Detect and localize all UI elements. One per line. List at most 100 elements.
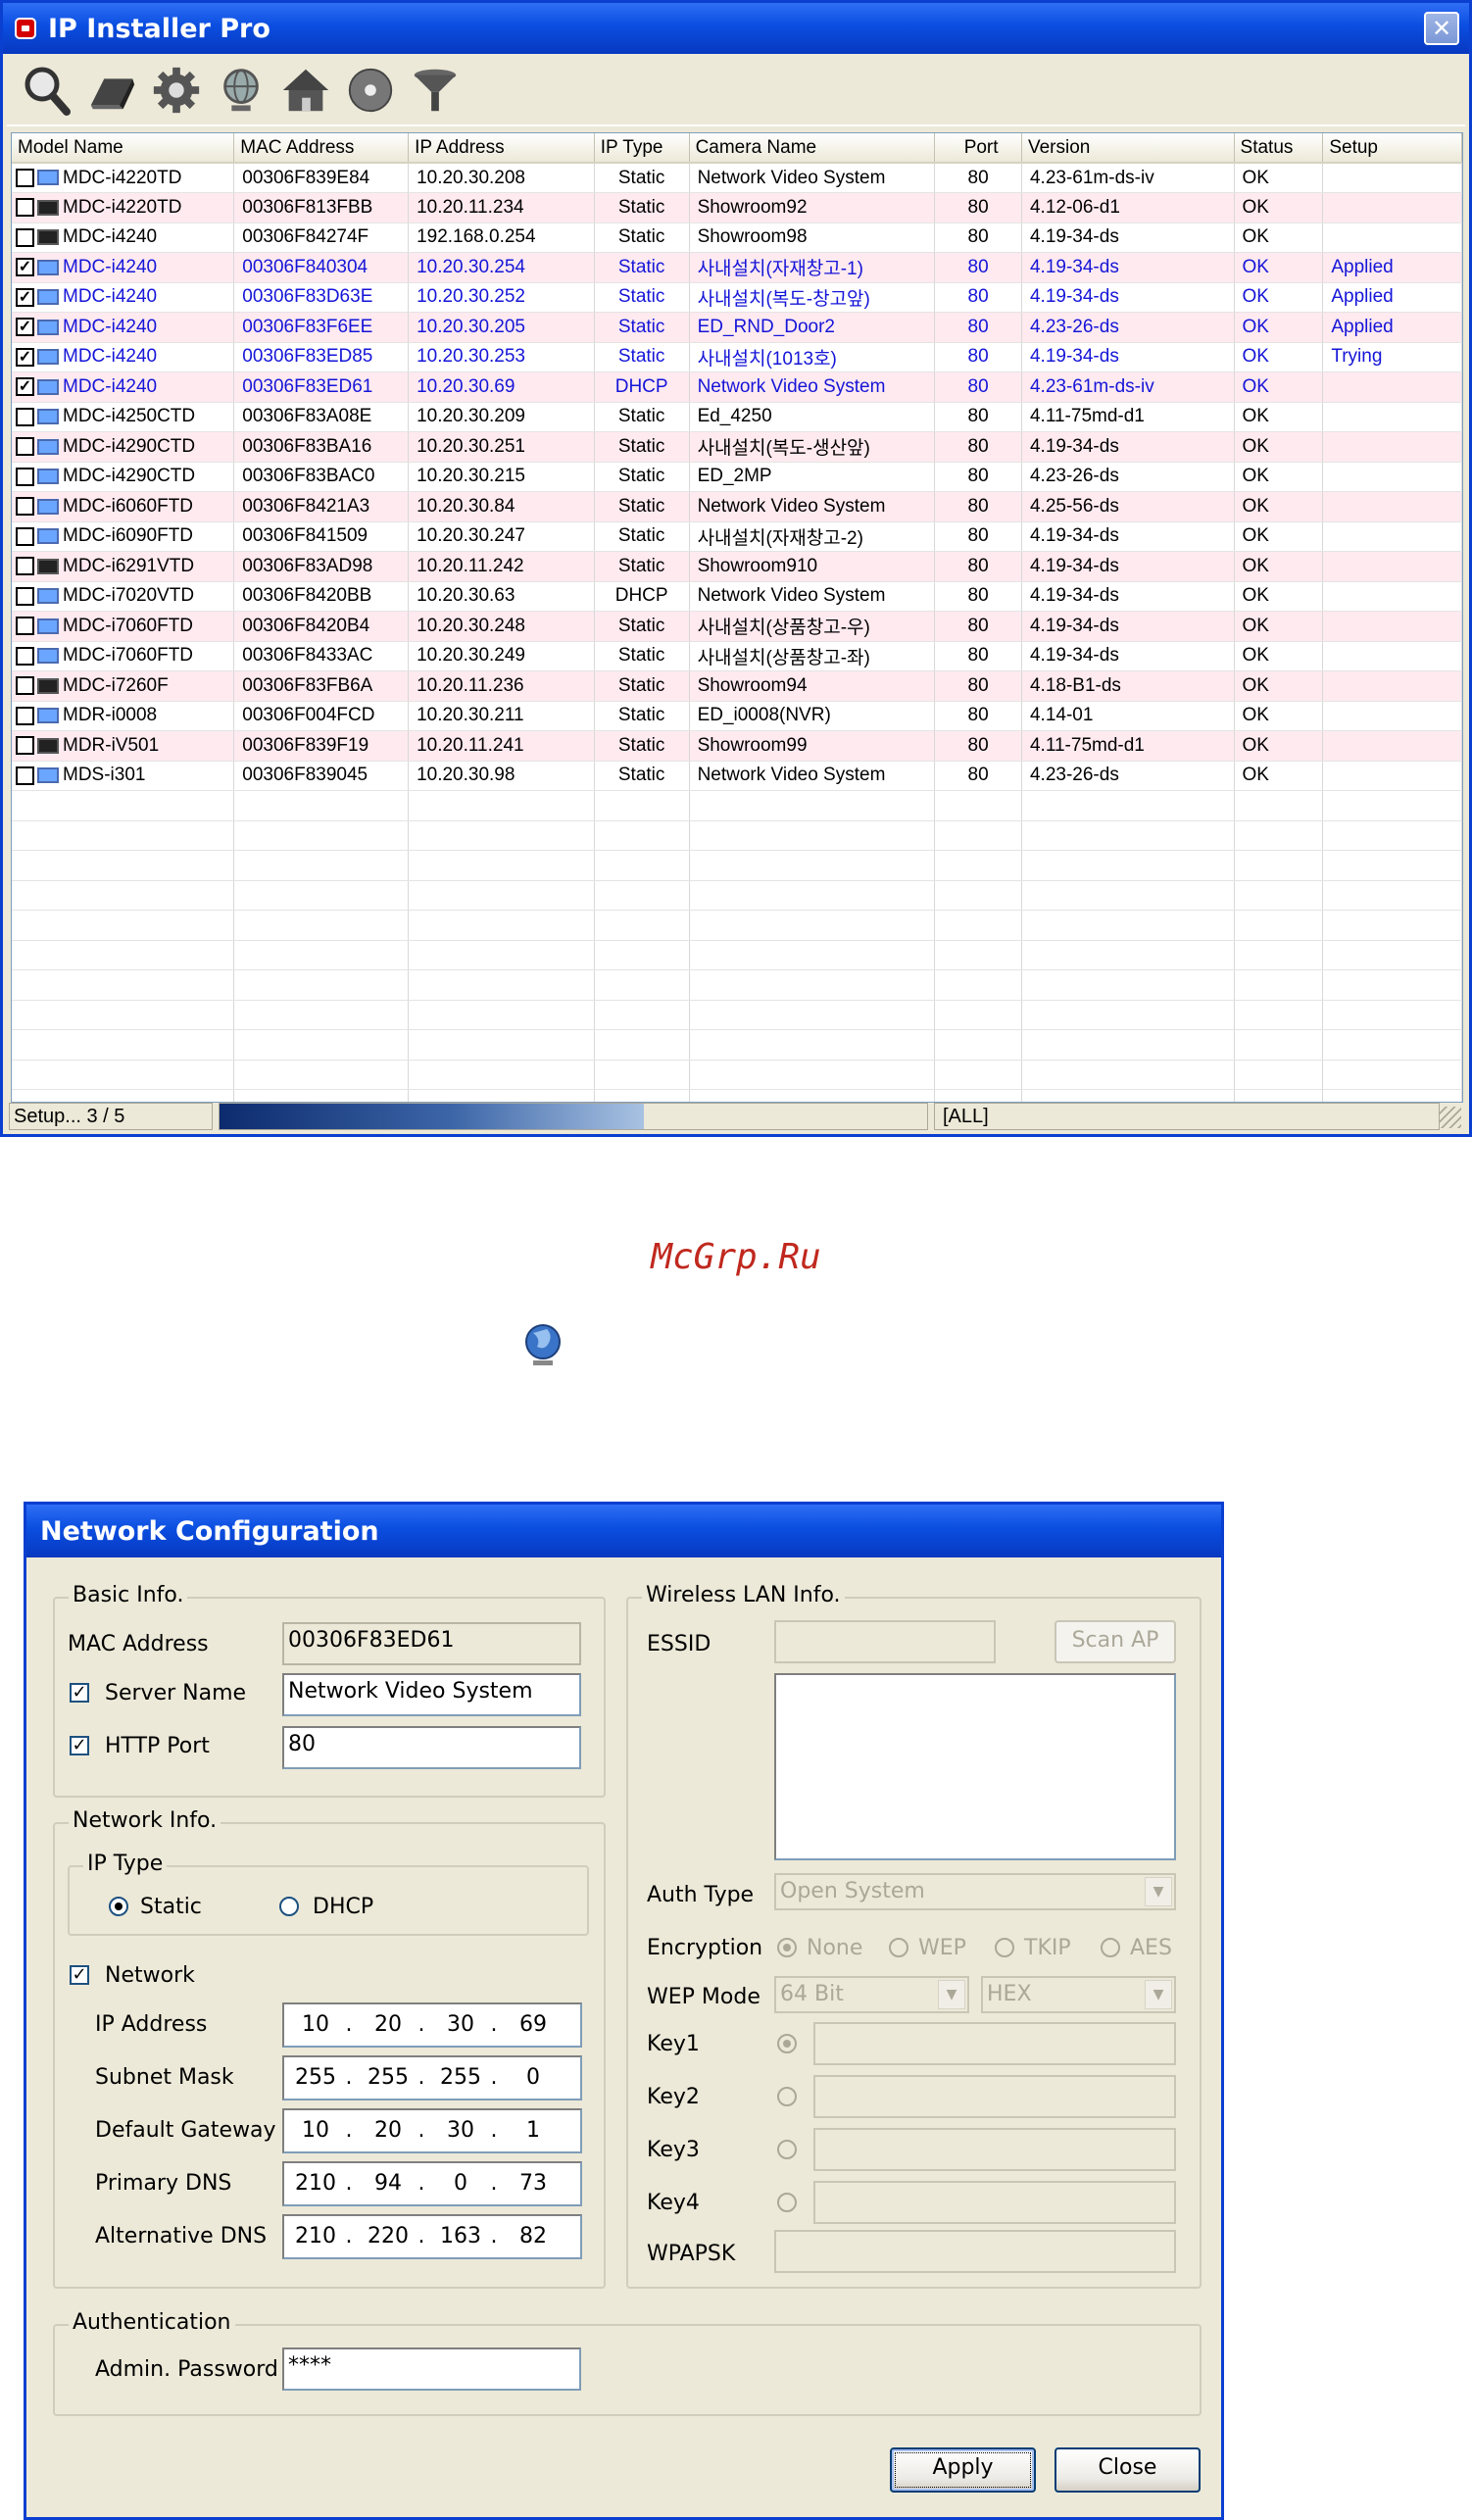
column-header[interactable]: Camera Name — [689, 133, 936, 164]
ip-address-input[interactable]: 10. 20. 30. 69 — [282, 2002, 582, 2048]
ip-octet[interactable]: 30 — [435, 2012, 486, 2037]
table-row[interactable]: MDC-i4290CTD 00306F83BAC0 10.20.30.215 Stat… — [12, 462, 1462, 492]
key-radio[interactable] — [777, 2140, 797, 2159]
ip-octet[interactable]: 30 — [435, 2118, 486, 2143]
encryption-radio[interactable] — [995, 1938, 1014, 1957]
wep-bits-select[interactable]: 64 Bit ▼ — [774, 1976, 969, 2013]
wep-format-select[interactable]: HEX ▼ — [981, 1976, 1176, 2013]
table-row[interactable]: ✓ MDC-i4240 00306F83D63E 10.20.30.252 Static… — [12, 282, 1462, 313]
ip-octet[interactable]: 20 — [363, 2012, 414, 2037]
ip-address-input[interactable]: 10. 20. 30. 1 — [282, 2108, 582, 2153]
key-input[interactable] — [813, 2075, 1176, 2118]
ip-address-input[interactable]: 255. 255. 255. 0 — [282, 2055, 582, 2100]
ip-octet[interactable]: 20 — [363, 2118, 414, 2143]
encryption-radio[interactable] — [889, 1938, 908, 1957]
column-header[interactable]: MAC Address — [233, 133, 410, 164]
ip-octet[interactable]: 82 — [508, 2224, 559, 2248]
row-checkbox[interactable] — [16, 646, 34, 666]
ip-octet[interactable]: 10 — [290, 2118, 341, 2143]
ip-octet[interactable]: 0 — [508, 2065, 559, 2090]
encryption-radio[interactable] — [777, 1938, 797, 1957]
key-radio[interactable] — [777, 2193, 797, 2212]
ip-octet[interactable]: 255 — [290, 2065, 341, 2090]
server-name-input[interactable]: Network Video System — [282, 1673, 581, 1716]
ip-octet[interactable]: 255 — [363, 2065, 414, 2090]
row-checkbox[interactable]: ✓ — [16, 377, 34, 397]
table-row[interactable]: ✓ MDC-i4240 00306F83ED61 10.20.30.69 DHCP Net… — [12, 371, 1462, 403]
table-row[interactable]: MDR-i0008 00306F004FCD 10.20.30.211 Static E… — [12, 701, 1462, 731]
wpapsk-input[interactable] — [774, 2230, 1176, 2273]
network-checkbox[interactable]: ✓ — [70, 1965, 89, 1985]
ap-list[interactable] — [774, 1673, 1176, 1860]
key-input[interactable] — [813, 2022, 1176, 2065]
static-radio[interactable] — [109, 1897, 128, 1916]
row-checkbox[interactable] — [16, 227, 34, 247]
eraser-icon[interactable] — [85, 61, 138, 120]
table-row[interactable]: MDC-i4220TD 00306F839E84 10.20.30.208 Stati… — [12, 163, 1462, 193]
row-checkbox[interactable] — [16, 617, 34, 636]
table-row[interactable]: MDC-i7020VTD 00306F8420BB 10.20.30.63 DHCP N… — [12, 581, 1462, 612]
column-header[interactable]: Model Name — [12, 133, 235, 164]
http-port-input[interactable]: 80 — [282, 1726, 581, 1769]
ip-octet[interactable]: 10 — [290, 2012, 341, 2037]
column-header[interactable]: IP Type — [594, 133, 690, 164]
table-row[interactable]: MDC-i4250CTD 00306F83A08E 10.20.30.209 Stat… — [12, 402, 1462, 432]
table-row[interactable]: MDC-i6060FTD 00306F8421A3 10.20.30.84 Stati… — [12, 491, 1462, 522]
table-row[interactable]: MDC-i4290CTD 00306F83BA16 10.20.30.251 Stat… — [12, 431, 1462, 463]
row-checkbox[interactable]: ✓ — [16, 258, 34, 277]
key-input[interactable] — [813, 2128, 1176, 2171]
close-button[interactable]: ✕ — [1424, 12, 1459, 45]
key-input[interactable] — [813, 2181, 1176, 2224]
row-checkbox[interactable]: ✓ — [16, 347, 34, 367]
column-header[interactable]: Setup — [1322, 133, 1462, 164]
gear-icon[interactable] — [150, 61, 203, 120]
ip-octet[interactable]: 163 — [435, 2224, 486, 2248]
row-checkbox[interactable]: ✓ — [16, 318, 34, 337]
ip-octet[interactable]: 1 — [508, 2118, 559, 2143]
ip-address-input[interactable]: 210. 220. 163. 82 — [282, 2214, 582, 2259]
row-checkbox[interactable] — [16, 526, 34, 546]
row-checkbox[interactable] — [16, 557, 34, 576]
table-row[interactable]: MDR-iV501 00306F839F19 10.20.11.241 Static S… — [12, 730, 1462, 762]
table-row[interactable]: ✓ MDC-i4240 00306F83F6EE 10.20.30.205 Static… — [12, 312, 1462, 343]
scan-ap-button[interactable]: Scan AP — [1055, 1620, 1176, 1663]
table-row[interactable]: MDC-i6090FTD 00306F841509 10.20.30.247 Stat… — [12, 521, 1462, 552]
table-row[interactable]: MDC-i7060FTD 00306F8433AC 10.20.30.249 Stat… — [12, 641, 1462, 671]
table-row[interactable]: MDC-i4220TD 00306F813FBB 10.20.11.234 Stati… — [12, 192, 1462, 223]
essid-input[interactable] — [774, 1620, 996, 1663]
row-checkbox[interactable] — [16, 407, 34, 426]
column-header[interactable]: Status — [1234, 133, 1324, 164]
ip-octet[interactable]: 210 — [290, 2224, 341, 2248]
globe-icon[interactable] — [215, 61, 268, 120]
table-row[interactable]: MDC-i6291VTD 00306F83AD98 10.20.11.242 Stat… — [12, 551, 1462, 582]
column-header[interactable]: Port — [934, 133, 1022, 164]
table-row[interactable]: MDS-i301 00306F839045 10.20.30.98 Static Net… — [12, 761, 1462, 791]
admin-password-input[interactable]: **** — [282, 2347, 581, 2391]
table-row[interactable]: ✓ MDC-i4240 00306F83ED85 10.20.30.253 Static… — [12, 342, 1462, 372]
row-checkbox[interactable] — [16, 168, 34, 187]
disc-icon[interactable] — [344, 61, 397, 120]
row-checkbox[interactable] — [16, 467, 34, 486]
row-checkbox[interactable] — [16, 437, 34, 457]
home-icon[interactable] — [279, 61, 332, 120]
resize-grip[interactable] — [1440, 1107, 1461, 1128]
encryption-radio[interactable] — [1101, 1938, 1120, 1957]
row-checkbox[interactable] — [16, 676, 34, 696]
key-radio[interactable] — [777, 2087, 797, 2106]
key-radio[interactable] — [777, 2034, 797, 2053]
ip-octet[interactable]: 220 — [363, 2224, 414, 2248]
column-header[interactable]: IP Address — [408, 133, 595, 164]
ip-octet[interactable]: 94 — [363, 2171, 414, 2196]
auth-type-select[interactable]: Open System ▼ — [774, 1873, 1176, 1910]
ip-octet[interactable]: 73 — [508, 2171, 559, 2196]
server-name-checkbox[interactable]: ✓ — [70, 1683, 89, 1703]
column-header[interactable]: Version — [1021, 133, 1235, 164]
row-checkbox[interactable] — [16, 766, 34, 785]
table-row[interactable]: MDC-i7260F 00306F83FB6A 10.20.11.236 Static… — [12, 670, 1462, 702]
ip-address-input[interactable]: 210. 94. 0. 73 — [282, 2161, 582, 2206]
row-checkbox[interactable] — [16, 497, 34, 517]
ip-octet[interactable]: 69 — [508, 2012, 559, 2037]
ip-octet[interactable]: 210 — [290, 2171, 341, 2196]
search-icon[interactable] — [21, 61, 74, 120]
row-checkbox[interactable] — [16, 706, 34, 725]
